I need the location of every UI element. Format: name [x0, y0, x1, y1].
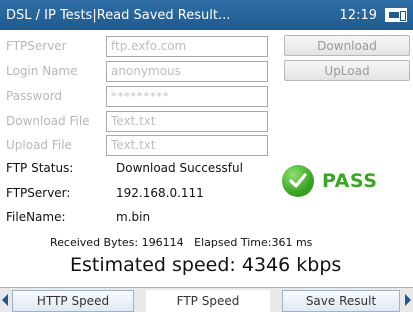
ftp-status-label: FTP Status: [6, 161, 74, 175]
download-button[interactable]: Download [284, 35, 410, 56]
upload-file-label: Upload File [6, 138, 72, 152]
tab-http-speed[interactable]: HTTP Speed [12, 290, 134, 312]
estimated-speed: Estimated speed: 4346 kbps [70, 254, 341, 276]
upload-file-field[interactable]: Text.txt [106, 134, 268, 156]
received-bytes-label: Received Bytes: [50, 236, 139, 249]
received-bytes-value: 196114 [141, 236, 184, 249]
ftp-status-value: Download Successful [116, 161, 243, 175]
speed-label: Estimated speed: [70, 254, 236, 276]
upload-file-row: Upload File Text.txt [6, 134, 268, 156]
filename-value: m.bin [116, 210, 151, 224]
pass-indicator: PASS [282, 165, 377, 197]
title-bar: DSL / IP Tests|Read Saved Result... 12:1… [0, 0, 413, 30]
login-name-row: Login Name anonymous [6, 60, 268, 82]
bottom-tab-bar: HTTP Speed FTP Speed Save Result [0, 287, 413, 312]
server-line: FTPServer: 192.168.0.111 [6, 186, 204, 200]
upload-button[interactable]: UpLoad [284, 60, 410, 81]
password-row: Password ********* [6, 85, 268, 107]
login-name-field[interactable]: anonymous [106, 60, 268, 82]
pass-label: PASS [322, 170, 378, 192]
download-file-field[interactable]: Text.txt [106, 110, 268, 132]
password-label: Password [6, 89, 63, 103]
ftp-server-label: FTPServer [6, 39, 67, 53]
scroll-right-arrow-icon[interactable] [405, 294, 411, 306]
battery-icon [385, 8, 407, 22]
ftp-status-line: FTP Status: Download Successful [6, 161, 243, 175]
login-name-label: Login Name [6, 64, 78, 78]
window-title: DSL / IP Tests|Read Saved Result... [6, 7, 231, 23]
download-file-label: Download File [6, 114, 90, 128]
scroll-left-arrow-icon[interactable] [2, 294, 8, 306]
ftp-server-field[interactable]: ftp.exfo.com [106, 35, 268, 57]
clock: 12:19 [339, 7, 377, 23]
elapsed-time-value: 361 ms [271, 236, 313, 249]
elapsed-time-label: Elapsed Time: [194, 236, 272, 249]
speed-value: 4346 kbps [241, 254, 342, 276]
tab-ftp-speed[interactable]: FTP Speed [146, 290, 270, 312]
tab-save-result[interactable]: Save Result [282, 290, 400, 312]
download-file-row: Download File Text.txt [6, 110, 268, 132]
transfer-stats: Received Bytes: 196114 Elapsed Time:361 … [50, 236, 312, 249]
server-label: FTPServer: [6, 186, 71, 200]
password-field[interactable]: ********* [106, 85, 268, 107]
filename-line: FileName: m.bin [6, 210, 150, 224]
filename-label: FileName: [6, 210, 66, 224]
checkmark-icon [282, 165, 314, 197]
server-value: 192.168.0.111 [116, 186, 204, 200]
ftp-server-row: FTPServer ftp.exfo.com [6, 35, 268, 57]
